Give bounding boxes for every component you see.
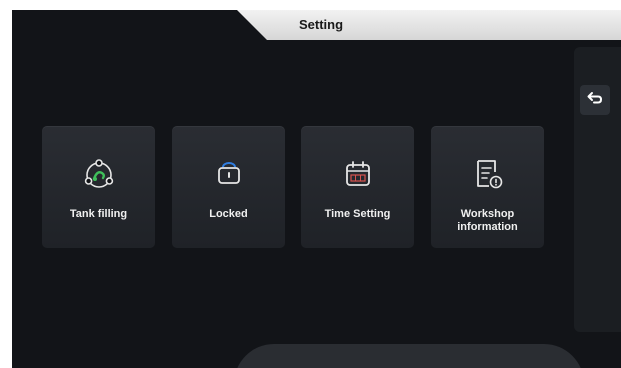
tile-label: Locked bbox=[209, 208, 248, 220]
back-button[interactable] bbox=[580, 85, 610, 115]
back-arrow-icon bbox=[587, 91, 603, 110]
screen: Setting Tank filling Locked Time Setting… bbox=[12, 10, 621, 368]
lock-icon bbox=[172, 156, 285, 192]
tile-locked[interactable]: Locked bbox=[172, 126, 285, 248]
tile-label: Time Setting bbox=[324, 208, 391, 220]
bottom-handle[interactable] bbox=[234, 344, 584, 368]
page-title: Setting bbox=[299, 17, 344, 32]
tank-filling-icon bbox=[42, 156, 155, 192]
tile-label: Workshop information bbox=[457, 208, 518, 233]
side-panel bbox=[574, 47, 621, 332]
tile-time-setting[interactable]: Time Setting bbox=[301, 126, 414, 248]
calendar-icon bbox=[301, 156, 414, 192]
tile-label: Tank filling bbox=[69, 208, 128, 220]
title-bar: Setting bbox=[237, 10, 621, 40]
document-info-icon bbox=[431, 156, 544, 192]
tile-tank-filling[interactable]: Tank filling bbox=[42, 126, 155, 248]
tile-workshop-information[interactable]: Workshop information bbox=[431, 126, 544, 248]
